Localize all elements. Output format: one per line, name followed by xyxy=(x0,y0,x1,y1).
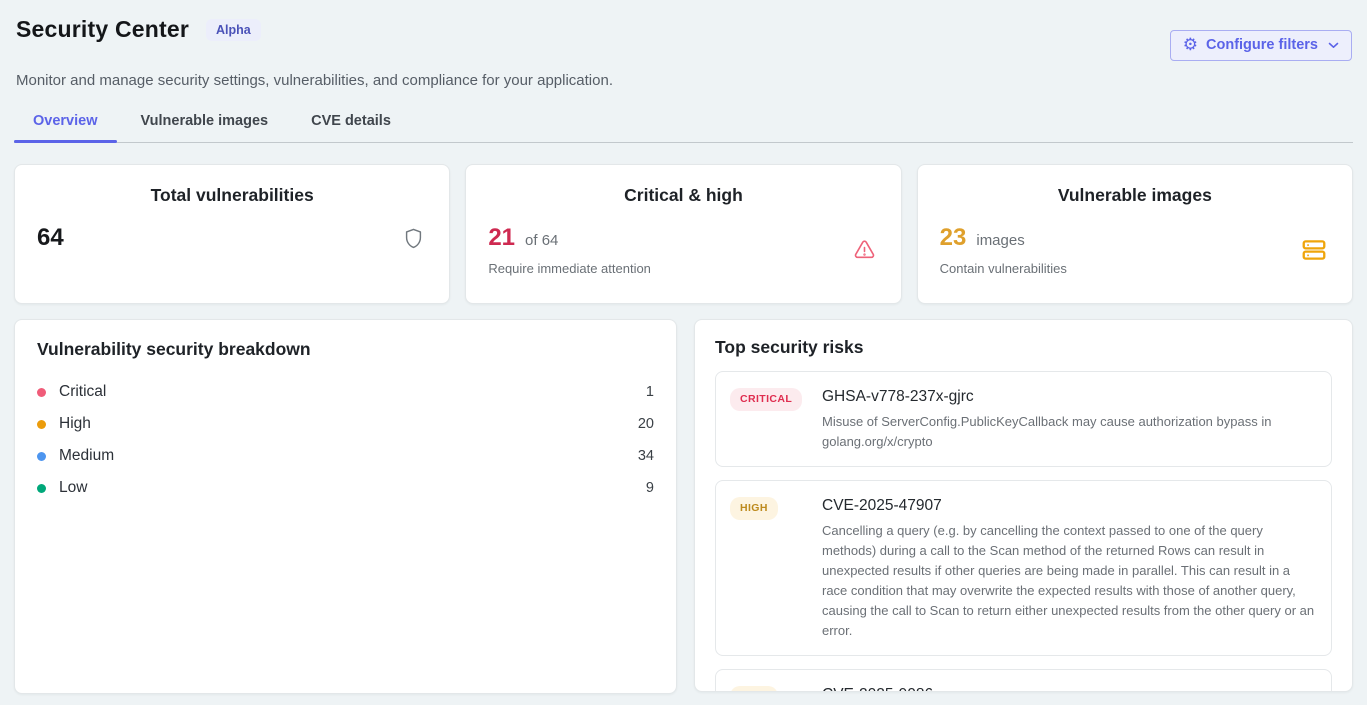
vulnerability-breakdown-card: Vulnerability security breakdown Critica… xyxy=(14,319,677,694)
security-center-page: Security Center Alpha ⚙ Configure filter… xyxy=(0,0,1367,705)
dashboard-bottom-row: Vulnerability security breakdown Critica… xyxy=(14,319,1353,694)
risk-description: Cancelling a query (e.g. by cancelling t… xyxy=(822,521,1317,641)
total-vulnerabilities-value: 64 xyxy=(37,224,64,252)
severity-badge: CRITICAL xyxy=(730,388,802,411)
critical-high-suffix: of 64 xyxy=(525,232,558,249)
vulnerable-images-suffix: images xyxy=(976,232,1024,249)
stat-cards-row: Total vulnerabilities 64 Critical & high… xyxy=(14,164,1353,304)
vulnerable-images-value: 23 xyxy=(940,224,967,252)
alpha-badge: Alpha xyxy=(206,19,261,41)
breakdown-value: 34 xyxy=(638,448,654,464)
tab-cve-details[interactable]: CVE details xyxy=(292,102,410,142)
risk-id: CVE-2025-9086 xyxy=(822,684,1317,692)
risk-item-cve-2025-47907[interactable]: HIGH CVE-2025-47907 Cancelling a query (… xyxy=(715,480,1332,656)
stat-card-total-vulnerabilities: Total vulnerabilities 64 xyxy=(14,164,450,304)
breakdown-value: 1 xyxy=(646,384,654,400)
top-risks-title: Top security risks xyxy=(715,337,1332,358)
vulnerable-images-caption: Contain vulnerabilities xyxy=(940,261,1300,276)
top-risks-list: CRITICAL GHSA-v778-237x-gjrc Misuse of S… xyxy=(715,371,1332,692)
breakdown-row-low: Low 9 xyxy=(37,472,654,504)
stat-card-critical-high: Critical & high 21 of 64 Require immedia… xyxy=(465,164,901,304)
stat-card-title: Total vulnerabilities xyxy=(37,185,427,206)
risk-id: GHSA-v778-237x-gjrc xyxy=(822,386,1317,408)
breakdown-label: Medium xyxy=(59,447,114,465)
low-dot-icon xyxy=(37,484,46,493)
configure-filters-label: Configure filters xyxy=(1206,37,1318,54)
breakdown-label: Critical xyxy=(59,383,106,401)
tab-bar: Overview Vulnerable images CVE details xyxy=(14,102,1353,143)
page-header: Security Center Alpha ⚙ Configure filter… xyxy=(14,16,1353,61)
configure-filters-button[interactable]: ⚙ Configure filters xyxy=(1170,30,1352,61)
breakdown-value: 20 xyxy=(638,416,654,432)
warning-triangle-icon xyxy=(852,238,877,262)
risk-item-cve-2025-9086[interactable]: HIGH CVE-2025-9086 xyxy=(715,669,1332,692)
severity-badge: HIGH xyxy=(730,497,778,520)
tab-vulnerable-images[interactable]: Vulnerable images xyxy=(122,102,288,142)
shield-icon xyxy=(402,226,425,251)
breakdown-row-high: High 20 xyxy=(37,408,654,440)
severity-badge: HIGH xyxy=(730,686,778,692)
high-dot-icon xyxy=(37,420,46,429)
risk-id: CVE-2025-47907 xyxy=(822,495,1317,517)
breakdown-label: High xyxy=(59,415,91,433)
stat-card-vulnerable-images: Vulnerable images 23 images Contain vuln… xyxy=(917,164,1353,304)
critical-dot-icon xyxy=(37,388,46,397)
tab-overview[interactable]: Overview xyxy=(14,102,117,142)
server-stack-icon xyxy=(1300,236,1328,264)
medium-dot-icon xyxy=(37,452,46,461)
critical-high-caption: Require immediate attention xyxy=(488,261,851,276)
breakdown-row-critical: Critical 1 xyxy=(37,376,654,408)
risk-description: Misuse of ServerConfig.PublicKeyCallback… xyxy=(822,412,1317,452)
breakdown-title: Vulnerability security breakdown xyxy=(37,339,654,360)
risk-item-ghsa-v778-237x-gjrc[interactable]: CRITICAL GHSA-v778-237x-gjrc Misuse of S… xyxy=(715,371,1332,467)
chevron-down-icon xyxy=(1328,42,1339,49)
stat-card-title: Vulnerable images xyxy=(940,185,1330,206)
gear-icon: ⚙ xyxy=(1183,36,1198,53)
page-title: Security Center xyxy=(16,16,189,43)
breakdown-label: Low xyxy=(59,479,87,497)
stat-card-title: Critical & high xyxy=(488,185,878,206)
page-subtitle: Monitor and manage security settings, vu… xyxy=(14,72,1353,89)
critical-high-value: 21 xyxy=(488,224,515,252)
top-security-risks-card: Top security risks CRITICAL GHSA-v778-23… xyxy=(694,319,1353,692)
breakdown-value: 9 xyxy=(646,480,654,496)
breakdown-row-medium: Medium 34 xyxy=(37,440,654,472)
breakdown-rows: Critical 1 High 20 Medium 34 Low 9 xyxy=(37,376,654,504)
